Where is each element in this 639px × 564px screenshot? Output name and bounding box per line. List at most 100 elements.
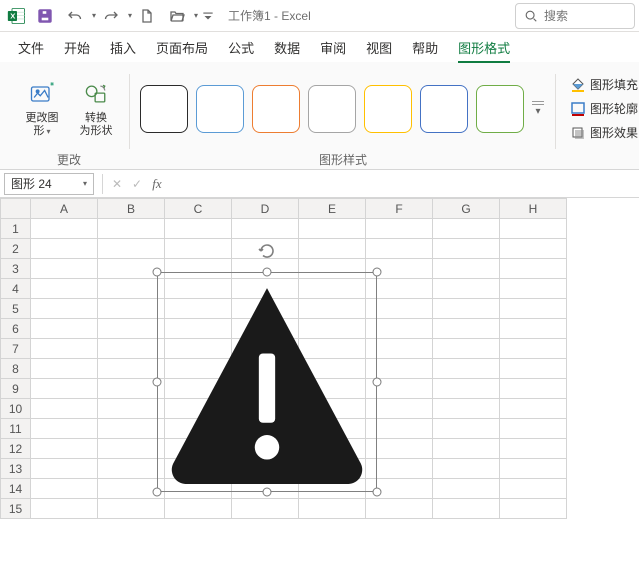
cell-H9[interactable] — [500, 379, 567, 399]
cell-H6[interactable] — [500, 319, 567, 339]
cell-A8[interactable] — [31, 359, 98, 379]
tab-pagelayout[interactable]: 页面布局 — [146, 32, 218, 63]
cell-F1[interactable] — [366, 219, 433, 239]
cell-E2[interactable] — [299, 239, 366, 259]
col-head-C[interactable]: C — [165, 199, 232, 219]
col-head-D[interactable]: D — [232, 199, 299, 219]
cell-C2[interactable] — [165, 239, 232, 259]
cell-G13[interactable] — [433, 459, 500, 479]
select-all-corner[interactable] — [1, 199, 31, 219]
style-swatch-3[interactable] — [308, 85, 356, 133]
tab-view[interactable]: 视图 — [356, 32, 402, 63]
cell-E15[interactable] — [299, 499, 366, 519]
cell-B10[interactable] — [98, 399, 165, 419]
search-box[interactable] — [515, 3, 635, 29]
tab-help[interactable]: 帮助 — [402, 32, 448, 63]
col-head-A[interactable]: A — [31, 199, 98, 219]
cell-E1[interactable] — [299, 219, 366, 239]
row-head-8[interactable]: 8 — [1, 359, 31, 379]
worksheet-grid[interactable]: ABCDEFGH123456789101112131415 — [0, 198, 639, 564]
style-swatch-2[interactable] — [252, 85, 300, 133]
row-head-10[interactable]: 10 — [1, 399, 31, 419]
insert-function-button[interactable]: fx — [147, 174, 167, 194]
cell-F15[interactable] — [366, 499, 433, 519]
cell-A2[interactable] — [31, 239, 98, 259]
resize-handle-sw[interactable] — [153, 488, 162, 497]
redo-button[interactable] — [99, 2, 123, 30]
cell-H8[interactable] — [500, 359, 567, 379]
warning-triangle-icon[interactable] — [165, 274, 369, 490]
cell-A12[interactable] — [31, 439, 98, 459]
cell-C15[interactable] — [165, 499, 232, 519]
cell-A13[interactable] — [31, 459, 98, 479]
cell-G15[interactable] — [433, 499, 500, 519]
cell-H14[interactable] — [500, 479, 567, 499]
resize-handle-ne[interactable] — [373, 268, 382, 277]
save-button[interactable] — [33, 2, 57, 30]
search-input[interactable] — [544, 9, 624, 23]
cell-B5[interactable] — [98, 299, 165, 319]
cell-G7[interactable] — [433, 339, 500, 359]
cell-B13[interactable] — [98, 459, 165, 479]
name-box[interactable]: 图形 24 ▾ — [4, 173, 94, 195]
open-button[interactable] — [165, 2, 189, 30]
cell-A1[interactable] — [31, 219, 98, 239]
row-head-11[interactable]: 11 — [1, 419, 31, 439]
cell-A3[interactable] — [31, 259, 98, 279]
cell-G11[interactable] — [433, 419, 500, 439]
tab-data[interactable]: 数据 — [264, 32, 310, 63]
cell-G1[interactable] — [433, 219, 500, 239]
tab-shapeformat[interactable]: 图形格式 — [448, 32, 520, 63]
cell-G8[interactable] — [433, 359, 500, 379]
cell-H15[interactable] — [500, 499, 567, 519]
cell-A6[interactable] — [31, 319, 98, 339]
col-head-B[interactable]: B — [98, 199, 165, 219]
redo-dropdown-caret[interactable]: ▾ — [128, 11, 132, 20]
row-head-13[interactable]: 13 — [1, 459, 31, 479]
formula-input[interactable] — [167, 173, 639, 195]
row-head-4[interactable]: 4 — [1, 279, 31, 299]
qat-customize-button[interactable] — [201, 2, 215, 30]
cell-C1[interactable] — [165, 219, 232, 239]
cell-A9[interactable] — [31, 379, 98, 399]
cell-G4[interactable] — [433, 279, 500, 299]
cell-B15[interactable] — [98, 499, 165, 519]
cell-H7[interactable] — [500, 339, 567, 359]
cell-H3[interactable] — [500, 259, 567, 279]
undo-dropdown-caret[interactable]: ▾ — [92, 11, 96, 20]
cell-A4[interactable] — [31, 279, 98, 299]
undo-button[interactable] — [63, 2, 87, 30]
new-button[interactable] — [135, 2, 159, 30]
cell-B2[interactable] — [98, 239, 165, 259]
style-swatch-1[interactable] — [196, 85, 244, 133]
row-head-14[interactable]: 14 — [1, 479, 31, 499]
style-swatch-6[interactable] — [476, 85, 524, 133]
tab-home[interactable]: 开始 — [54, 32, 100, 63]
style-gallery-more-button[interactable]: ▾ — [530, 85, 546, 133]
cell-A11[interactable] — [31, 419, 98, 439]
resize-handle-se[interactable] — [373, 488, 382, 497]
cell-B7[interactable] — [98, 339, 165, 359]
cell-A15[interactable] — [31, 499, 98, 519]
cell-G5[interactable] — [433, 299, 500, 319]
cell-A5[interactable] — [31, 299, 98, 319]
cell-B4[interactable] — [98, 279, 165, 299]
col-head-F[interactable]: F — [366, 199, 433, 219]
row-head-2[interactable]: 2 — [1, 239, 31, 259]
cell-G12[interactable] — [433, 439, 500, 459]
tab-insert[interactable]: 插入 — [100, 32, 146, 63]
cell-A14[interactable] — [31, 479, 98, 499]
cell-D15[interactable] — [232, 499, 299, 519]
cell-A10[interactable] — [31, 399, 98, 419]
resize-handle-nw[interactable] — [153, 268, 162, 277]
cell-H12[interactable] — [500, 439, 567, 459]
row-head-1[interactable]: 1 — [1, 219, 31, 239]
row-head-12[interactable]: 12 — [1, 439, 31, 459]
col-head-G[interactable]: G — [433, 199, 500, 219]
cell-B1[interactable] — [98, 219, 165, 239]
row-head-7[interactable]: 7 — [1, 339, 31, 359]
shape-outline-button[interactable]: 图形轮廓▾ — [566, 98, 639, 120]
rotate-handle[interactable] — [258, 242, 276, 260]
cell-A7[interactable] — [31, 339, 98, 359]
cell-H11[interactable] — [500, 419, 567, 439]
